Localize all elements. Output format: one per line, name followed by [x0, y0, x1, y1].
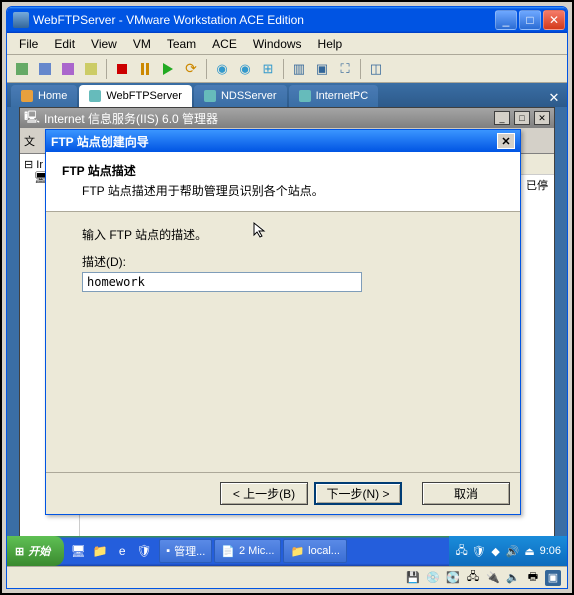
menu-vm[interactable]: VM [125, 35, 159, 53]
toolbar-play-button[interactable] [157, 58, 179, 80]
home-icon [21, 90, 33, 102]
menu-windows[interactable]: Windows [245, 35, 310, 53]
tray-shield-icon[interactable]: 🛡 [472, 544, 486, 558]
description-input[interactable] [82, 272, 362, 292]
status-floppy-icon[interactable]: 💽 [445, 570, 461, 586]
tab-close-button[interactable]: ✕ [545, 89, 563, 107]
start-button[interactable]: ⊞ 开始 [7, 536, 64, 566]
windows-logo-icon: ⊞ [15, 545, 24, 558]
menu-edit[interactable]: Edit [46, 35, 83, 53]
window-title: WebFTPServer - VMware Workstation ACE Ed… [33, 13, 495, 27]
toolbar-revert-icon[interactable] [57, 58, 79, 80]
task-local[interactable]: 📁local... [283, 539, 347, 563]
iis-close-button[interactable]: ✕ [534, 111, 550, 125]
task-microsoft[interactable]: 📄2 Mic... [214, 539, 281, 563]
toolbar-snapshot-manager-icon[interactable]: ⊞ [257, 58, 279, 80]
guest-taskbar: ⊞ 开始 🖥 📁 e 🛡 ▪管理... 📄2 Mic... 📁local... … [7, 536, 567, 566]
vmware-statusbar: 💾 💿 💽 🖧 🔌 🔈 🖶 ▣ [7, 566, 567, 588]
maximize-button[interactable]: □ [519, 10, 541, 30]
tab-webftpserver[interactable]: WebFTPServer [79, 85, 192, 107]
cancel-button[interactable]: 取消 [422, 482, 510, 505]
tray-volume-icon[interactable]: 🔊 [506, 544, 520, 558]
wizard-prompt: 输入 FTP 站点的描述。 [82, 226, 484, 243]
menu-file[interactable]: File [11, 35, 46, 53]
tab-home[interactable]: Home [11, 85, 77, 107]
menu-team[interactable]: Team [159, 35, 204, 53]
toolbar-sidebar-icon[interactable]: ▥ [288, 58, 310, 80]
back-button[interactable]: < 上一步(B) [220, 482, 308, 505]
quicklaunch-ie-icon[interactable]: e [112, 540, 132, 562]
quicklaunch-desktop-icon[interactable]: 🖥 [68, 540, 88, 562]
tray-usb-icon[interactable]: ⏏ [523, 544, 537, 558]
wizard-header-title: FTP 站点描述 [62, 162, 504, 179]
vm-icon [89, 90, 101, 102]
guest-display[interactable]: 🖳 Internet 信息服务(IIS) 6.0 管理器 _ □ ✕ 文 🖿 ⊟… [7, 107, 567, 566]
next-button[interactable]: 下一步(N) > [314, 482, 402, 505]
tray-clock[interactable]: 9:06 [540, 545, 561, 557]
quicklaunch-security-icon[interactable]: 🛡 [134, 540, 154, 562]
tab-internetpc[interactable]: InternetPC [289, 85, 379, 107]
iis-minimize-button[interactable]: _ [494, 111, 510, 125]
wizard-title: FTP 站点创建向导 [51, 133, 149, 150]
toolbar-reset-button[interactable]: ⟳ [180, 58, 202, 80]
toolbar-snapshot-icon[interactable] [34, 58, 56, 80]
description-label: 描述(D): [82, 253, 484, 270]
close-button[interactable]: ✕ [543, 10, 565, 30]
menu-help[interactable]: Help [310, 35, 351, 53]
toolbar-snapshot-revert-icon[interactable]: ◉ [234, 58, 256, 80]
vmware-icon [13, 12, 29, 28]
iis-maximize-button[interactable]: □ [514, 111, 530, 125]
toolbar-pause-button[interactable] [134, 58, 156, 80]
wizard-header-sub: FTP 站点描述用于帮助管理员识别各个站点。 [82, 182, 504, 199]
menu-view[interactable]: View [83, 35, 125, 53]
status-hdd-icon[interactable]: 💾 [405, 570, 421, 586]
system-tray: 🖧 🛡 ◆ 🔊 ⏏ 9:06 [449, 536, 567, 566]
tray-vmware-icon[interactable]: ◆ [489, 544, 503, 558]
vmware-titlebar: WebFTPServer - VMware Workstation ACE Ed… [7, 7, 567, 33]
minimize-button[interactable]: _ [495, 10, 517, 30]
wizard-close-button[interactable]: ✕ [497, 133, 515, 149]
toolbar-manage-icon[interactable] [80, 58, 102, 80]
status-monitor-icon[interactable]: ▣ [545, 570, 561, 586]
tray-network-icon[interactable]: 🖧 [455, 544, 469, 558]
iis-title-text: Internet 信息服务(IIS) 6.0 管理器 [44, 110, 218, 127]
toolbar-stop-button[interactable] [111, 58, 133, 80]
vmware-toolbar: ⟳ ◉ ◉ ⊞ ▥ ▣ ⛶ ◫ [7, 55, 567, 83]
vm-icon [204, 90, 216, 102]
toolbar-console-icon[interactable]: ▣ [311, 58, 333, 80]
vm-tabbar: Home WebFTPServer NDSServer InternetPC ✕ [7, 83, 567, 107]
toolbar-snapshot-take-icon[interactable]: ◉ [211, 58, 233, 80]
quicklaunch-explorer-icon[interactable]: 📁 [90, 540, 110, 562]
ftp-wizard-dialog: FTP 站点创建向导 ✕ FTP 站点描述 FTP 站点描述用于帮助管理员识别各… [45, 129, 521, 515]
vmware-menubar: File Edit View VM Team ACE Windows Help [7, 33, 567, 55]
toolbar-poweron-icon[interactable] [11, 58, 33, 80]
toolbar-fullscreen-icon[interactable]: ⛶ [334, 58, 356, 80]
status-printer-icon[interactable]: 🖶 [525, 570, 541, 586]
status-net-icon[interactable]: 🖧 [465, 570, 481, 586]
menu-ace[interactable]: ACE [204, 35, 245, 53]
status-cd-icon[interactable]: 💿 [425, 570, 441, 586]
status-sound-icon[interactable]: 🔈 [505, 570, 521, 586]
task-management[interactable]: ▪管理... [159, 539, 212, 563]
iis-icon: 🖳 [24, 108, 40, 129]
tab-ndsserver[interactable]: NDSServer [194, 85, 287, 107]
vm-icon [299, 90, 311, 102]
status-usb-icon[interactable]: 🔌 [485, 570, 501, 586]
toolbar-unity-icon[interactable]: ◫ [365, 58, 387, 80]
